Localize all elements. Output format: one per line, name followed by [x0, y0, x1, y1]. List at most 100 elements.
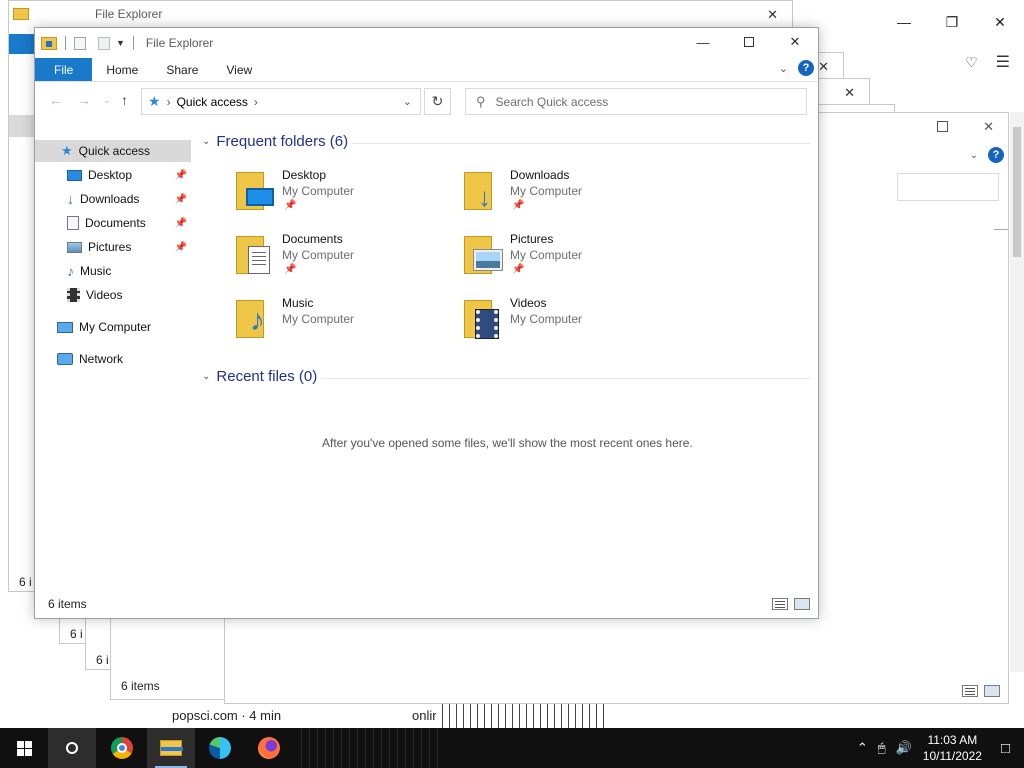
- recent-locations-icon[interactable]: ⌄: [103, 95, 111, 106]
- details-view-icon[interactable]: [772, 598, 788, 610]
- maximize-button[interactable]: [726, 28, 772, 56]
- stack-2-close-icon[interactable]: ✕: [818, 59, 829, 75]
- music-note-icon: ♪: [67, 263, 74, 279]
- pin-icon[interactable]: 📌: [175, 218, 187, 229]
- help-icon[interactable]: ?: [988, 147, 1004, 163]
- folder-name: Videos: [510, 296, 547, 310]
- folder-tile-pictures[interactable]: Pictures My Computer 📌: [464, 232, 684, 288]
- stack-5-close-icon[interactable]: ✕: [983, 119, 994, 135]
- downloads-folder-icon: ↓: [464, 172, 504, 212]
- folder-tile-videos[interactable]: Videos My Computer: [464, 296, 684, 352]
- scrollbar-thumb[interactable]: [1013, 127, 1021, 257]
- collapse-chevron-icon: ⌄: [202, 371, 211, 382]
- nav-label: Videos: [86, 288, 123, 302]
- breadcrumb-separator-icon[interactable]: ›: [167, 95, 171, 109]
- folder-tile-desktop[interactable]: Desktop My Computer 📌: [236, 168, 456, 224]
- clock[interactable]: 11:03 AM 10/11/2022: [923, 732, 982, 764]
- content-pane: ⌄ Frequent folders (6) Desktop My Comput…: [192, 128, 818, 588]
- frequent-folders-header[interactable]: ⌄ Frequent folders (6): [202, 133, 348, 150]
- browser-minimize-button[interactable]: —: [880, 0, 928, 44]
- chevron-down-icon[interactable]: ⌄: [970, 150, 978, 161]
- pin-icon[interactable]: 📌: [175, 170, 187, 181]
- forward-arrow-icon[interactable]: →: [77, 92, 91, 108]
- network-tray-icon[interactable]: 🖱: [878, 740, 886, 756]
- tab-home[interactable]: Home: [92, 58, 152, 81]
- pin-icon[interactable]: 📌: [175, 194, 187, 205]
- tab-view[interactable]: View: [212, 58, 266, 81]
- show-hidden-icons-chevron-icon[interactable]: ⌃: [857, 740, 868, 756]
- folder-location: My Computer: [282, 312, 355, 326]
- computer-icon: [57, 321, 73, 333]
- large-icons-view-icon[interactable]: [794, 598, 810, 610]
- article-thumbnail: [436, 704, 606, 728]
- tab-file[interactable]: File: [35, 58, 93, 81]
- pocket-icon[interactable]: ♡: [965, 54, 978, 71]
- stack-5-search-box[interactable]: [897, 173, 999, 201]
- folder-tile-downloads[interactable]: ↓ Downloads My Computer 📌: [464, 168, 684, 224]
- nav-item-documents[interactable]: Documents 📌: [35, 212, 191, 234]
- start-button[interactable]: [0, 728, 48, 768]
- large-icons-view-icon[interactable]: [984, 685, 1000, 697]
- stack-3-close-icon[interactable]: ✕: [844, 85, 855, 101]
- ribbon-right-controls: ⌄ ?: [779, 60, 814, 76]
- taskbar-file-explorer-button[interactable]: [147, 728, 195, 768]
- recent-files-header[interactable]: ⌄ Recent files (0): [202, 368, 317, 385]
- address-bar[interactable]: ★ › Quick access › ⌄: [141, 88, 421, 115]
- expand-ribbon-icon[interactable]: ⌄: [779, 62, 788, 75]
- pin-icon: 📌: [512, 264, 525, 275]
- search-input[interactable]: ⚲ Search Quick access: [465, 88, 807, 115]
- menu-icon[interactable]: ☰: [996, 52, 1010, 72]
- file-explorer-window[interactable]: ▼ File Explorer — ✕ File Home Share View…: [34, 27, 819, 619]
- system-tray: ⌃ 🖱 🔊 11:03 AM 10/11/2022 □: [852, 728, 1024, 768]
- customize-toolbar-icon[interactable]: ▼: [116, 38, 125, 48]
- stack-5-maximize-icon[interactable]: [937, 121, 948, 132]
- refresh-button[interactable]: ↻: [424, 88, 451, 115]
- toolbar-separator: [132, 36, 134, 50]
- notification-center-icon[interactable]: □: [1001, 740, 1010, 757]
- close-button[interactable]: ✕: [772, 28, 818, 56]
- nav-item-music[interactable]: ♪ Music: [35, 260, 191, 282]
- nav-item-desktop[interactable]: Desktop 📌: [35, 164, 191, 186]
- taskbar-empty-area: [294, 728, 440, 768]
- window-title: File Explorer: [145, 36, 214, 50]
- browser-close-button[interactable]: ✕: [976, 0, 1024, 44]
- breadcrumb-location[interactable]: Quick access: [177, 95, 248, 109]
- article-snippet[interactable]: onlir: [412, 708, 437, 723]
- back-arrow-icon[interactable]: ←: [49, 92, 63, 108]
- breadcrumb-chevron-icon[interactable]: ›: [254, 95, 258, 109]
- taskbar-edge-button[interactable]: [196, 728, 244, 768]
- new-folder-icon[interactable]: [98, 36, 110, 50]
- up-arrow-icon[interactable]: ↑: [121, 92, 128, 108]
- pin-icon[interactable]: 📌: [175, 242, 187, 253]
- details-view-icon[interactable]: [962, 685, 978, 697]
- taskbar-chrome-button[interactable]: [98, 728, 146, 768]
- tab-share[interactable]: Share: [152, 58, 212, 81]
- frequent-folders-title: Frequent folders (6): [216, 133, 349, 150]
- search-button[interactable]: [48, 728, 96, 768]
- stack-1-close-icon[interactable]: ✕: [767, 7, 778, 23]
- nav-item-downloads[interactable]: ↓ Downloads 📌: [35, 188, 191, 210]
- nav-item-network[interactable]: Network: [35, 348, 191, 370]
- help-icon[interactable]: ?: [798, 60, 814, 76]
- address-dropdown-icon[interactable]: ⌄: [403, 95, 412, 108]
- stack-1-titlebar: File Explorer: [13, 7, 162, 21]
- browser-scrollbar[interactable]: [1010, 112, 1024, 672]
- nav-item-my-computer[interactable]: My Computer: [35, 316, 191, 338]
- browser-window-controls: — ❐ ✕: [880, 0, 1024, 44]
- properties-icon[interactable]: [74, 36, 86, 50]
- nav-label: Pictures: [88, 240, 132, 254]
- stack-1-file-tab[interactable]: [9, 34, 35, 54]
- browser-restore-button[interactable]: ❐: [928, 0, 976, 44]
- nav-item-quick-access[interactable]: ★ Quick access: [35, 140, 191, 162]
- nav-item-videos[interactable]: Videos: [35, 284, 191, 306]
- document-icon: [67, 216, 79, 230]
- nav-item-pictures[interactable]: Pictures 📌: [35, 236, 191, 258]
- minimize-button[interactable]: —: [680, 28, 726, 56]
- folder-tile-documents[interactable]: Documents My Computer 📌: [236, 232, 456, 288]
- folder-icon: [160, 740, 183, 756]
- volume-icon[interactable]: 🔊: [896, 740, 912, 756]
- article-meta[interactable]: popsci.com · 4 min: [172, 708, 281, 723]
- title-bar[interactable]: ▼ File Explorer — ✕: [35, 28, 818, 58]
- taskbar-firefox-button[interactable]: [245, 728, 293, 768]
- folder-tile-music[interactable]: ♪ Music My Computer: [236, 296, 456, 352]
